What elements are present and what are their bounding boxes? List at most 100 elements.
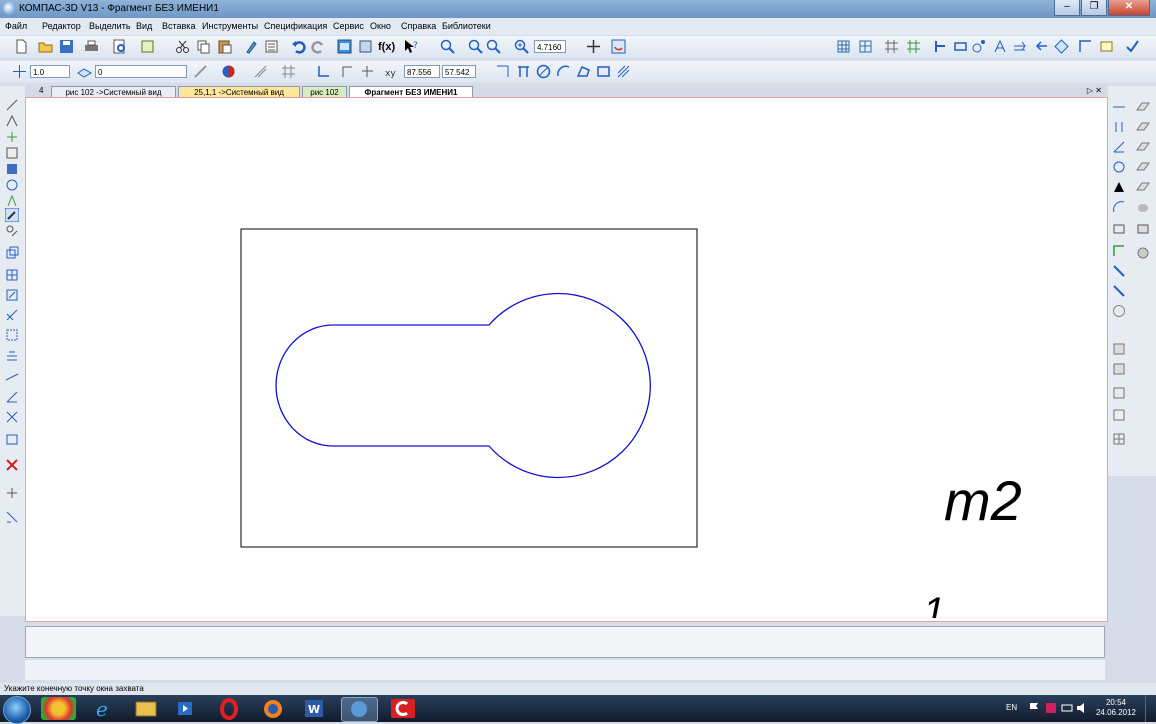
zoom-window-icon[interactable]: [440, 39, 455, 54]
solid-icon[interactable]: [1136, 200, 1150, 214]
trim-icon[interactable]: [5, 370, 19, 384]
local-cs-icon[interactable]: [316, 64, 331, 79]
step-icon[interactable]: [12, 64, 27, 79]
minimize-button[interactable]: –: [1054, 0, 1080, 16]
grid-icon[interactable]: [281, 64, 296, 79]
menu-tools[interactable]: Инструменты: [202, 21, 258, 31]
snap-pointer-icon[interactable]: [360, 64, 375, 79]
close-button[interactable]: ✕: [1108, 0, 1150, 16]
zoom-level-field[interactable]: 4.7160: [534, 40, 566, 53]
save-icon[interactable]: [59, 39, 74, 54]
rotate-icon[interactable]: [5, 268, 19, 282]
point-icon[interactable]: [1112, 180, 1126, 194]
library-manager-icon[interactable]: [358, 39, 373, 54]
menu-insert[interactable]: Вставка: [162, 21, 195, 31]
part-icon[interactable]: [1112, 362, 1126, 376]
line-scale-field[interactable]: 1.0: [30, 65, 70, 78]
ortho-mode-icon[interactable]: [340, 64, 355, 79]
tangent-icon[interactable]: [1112, 200, 1126, 214]
scale-icon[interactable]: [5, 288, 19, 302]
tab-fig102-system-view[interactable]: рис 102 ->Системный вид: [51, 86, 176, 97]
properties-panel[interactable]: [25, 626, 1105, 658]
mirror-icon[interactable]: [5, 308, 19, 322]
table-icon[interactable]: [858, 39, 873, 54]
plane5-icon[interactable]: [1136, 180, 1150, 194]
orthogonal-icon[interactable]: [253, 64, 268, 79]
library-panel-icon[interactable]: [5, 510, 19, 524]
circle-tool-icon[interactable]: [536, 64, 551, 79]
component-icon[interactable]: [1112, 408, 1126, 422]
open-folder-icon[interactable]: [38, 39, 53, 54]
angle-icon[interactable]: [1112, 140, 1126, 154]
undo-icon[interactable]: [291, 39, 306, 54]
zoom-out-icon[interactable]: [486, 39, 501, 54]
tolerance-icon[interactable]: [5, 486, 19, 500]
cursor-x-field[interactable]: 87.556: [404, 65, 440, 78]
polygon-tool-icon[interactable]: [576, 64, 591, 79]
preview-icon[interactable]: [112, 39, 127, 54]
delete-icon[interactable]: [5, 458, 19, 472]
clear-icon[interactable]: [5, 432, 19, 446]
snap-green-icon[interactable]: [906, 39, 921, 54]
menu-editor[interactable]: Редактор: [42, 21, 81, 31]
edit-icon[interactable]: [5, 146, 19, 160]
menu-help[interactable]: Справка: [401, 21, 436, 31]
zoom-in-icon[interactable]: [468, 39, 483, 54]
plane2-icon[interactable]: [1136, 120, 1150, 134]
hatch-tool-icon[interactable]: [616, 64, 631, 79]
properties-brush-icon[interactable]: [244, 39, 259, 54]
system-clock[interactable]: 20:54 24.06.2012: [1096, 698, 1136, 718]
rectangle-draw-icon[interactable]: [596, 64, 611, 79]
measure-icon[interactable]: [1078, 39, 1093, 54]
wand-icon[interactable]: [1112, 264, 1126, 278]
spec-panel-icon[interactable]: [5, 224, 19, 238]
action-center-icon[interactable]: [1045, 702, 1057, 714]
drawing-text-t2[interactable]: т2: [944, 473, 1022, 529]
tree-view-icon[interactable]: [337, 39, 352, 54]
segment-tool-icon[interactable]: [516, 64, 531, 79]
plane-icon[interactable]: [1136, 100, 1150, 114]
active-tool-icon[interactable]: [5, 208, 19, 222]
assembly-icon[interactable]: [1112, 386, 1126, 400]
tab-25-1-1-system-view[interactable]: 25,1,1 ->Системный вид: [178, 86, 300, 97]
split-icon[interactable]: [5, 390, 19, 404]
firefox-taskbar-icon[interactable]: [256, 697, 291, 720]
start-button[interactable]: [3, 696, 31, 724]
parametrize-icon[interactable]: [5, 162, 19, 176]
layer-field[interactable]: 0: [95, 65, 187, 78]
help-pointer-icon[interactable]: ?: [403, 39, 418, 54]
cursor-coords-icon[interactable]: xy: [384, 64, 399, 79]
tab-fragment-unnamed[interactable]: Фрагмент БЕЗ ИМЕНИ1: [349, 86, 473, 97]
spec-table-icon[interactable]: [1099, 39, 1114, 54]
parallel-icon[interactable]: [1112, 120, 1126, 134]
print-icon[interactable]: [84, 39, 99, 54]
flag-icon[interactable]: [1028, 702, 1040, 714]
rectangle-tool-icon[interactable]: [953, 39, 968, 54]
help-circle-icon[interactable]: [1112, 304, 1126, 318]
kompas-app-icon[interactable]: [3, 2, 16, 15]
arrow-left-icon[interactable]: [1034, 39, 1049, 54]
arc-snap-icon[interactable]: [1112, 160, 1126, 174]
layer-stack-icon[interactable]: [77, 64, 92, 79]
hatch-grid-icon[interactable]: [836, 39, 851, 54]
menu-file[interactable]: Файл: [5, 21, 27, 31]
explorer-taskbar-icon[interactable]: [128, 697, 163, 720]
grid-snap-icon[interactable]: [884, 39, 899, 54]
view-insert-icon[interactable]: [1112, 244, 1126, 258]
drawing-canvas[interactable]: т2 1: [25, 97, 1108, 622]
arc-tool-icon[interactable]: [556, 64, 571, 79]
gear-shape-icon[interactable]: [1136, 246, 1150, 260]
refresh-view-icon[interactable]: [611, 39, 626, 54]
new-document-icon[interactable]: [14, 39, 29, 54]
document-list-icon[interactable]: [264, 39, 279, 54]
tabs-scroll-left[interactable]: 4: [39, 86, 43, 95]
symbols-icon[interactable]: [5, 130, 19, 144]
select-panel-icon[interactable]: [5, 194, 19, 208]
menu-window[interactable]: Окно: [370, 21, 391, 31]
chrome-taskbar-icon[interactable]: [41, 697, 76, 720]
kompas-taskbar-icon[interactable]: [341, 697, 378, 722]
plane3-icon[interactable]: [1136, 140, 1150, 154]
menu-select[interactable]: Выделить: [89, 21, 131, 31]
tabs-controls[interactable]: ▷ ✕: [1087, 86, 1102, 95]
point-circle-icon[interactable]: [971, 39, 986, 54]
